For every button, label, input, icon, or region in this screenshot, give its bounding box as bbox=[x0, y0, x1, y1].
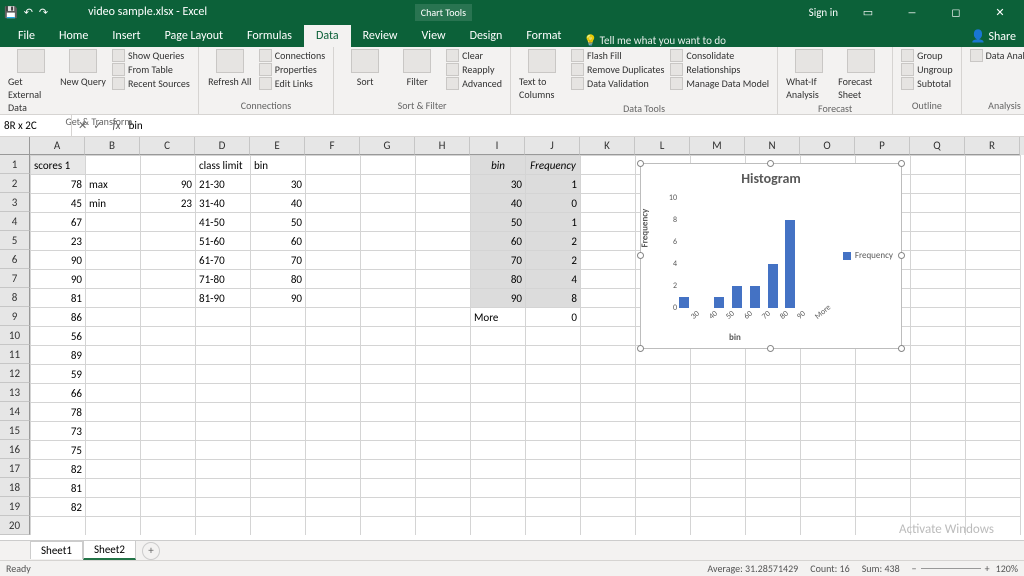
sort-button[interactable]: Sort bbox=[342, 49, 388, 88]
tab-design[interactable]: Design bbox=[458, 25, 515, 47]
sheet-tab-sheet2[interactable]: Sheet2 bbox=[83, 540, 136, 560]
group-connections: Connections bbox=[207, 98, 325, 112]
whatif-button[interactable]: What-If Analysis bbox=[786, 49, 832, 101]
filter-button[interactable]: Filter bbox=[394, 49, 440, 88]
save-icon[interactable]: 💾 bbox=[4, 6, 18, 19]
group-outline: Outline bbox=[901, 98, 952, 112]
y-axis-label: Frequency bbox=[640, 209, 651, 248]
ribbon-options-icon[interactable]: ▭ bbox=[848, 0, 888, 24]
group-analysis: Analysis bbox=[970, 98, 1024, 112]
relationships-button[interactable]: Relationships bbox=[670, 63, 769, 76]
row-headers[interactable]: 1234567891011121314151617181920 bbox=[0, 155, 30, 535]
text-to-columns-button[interactable]: Text to Columns bbox=[519, 49, 565, 101]
ribbon-tabs: File Home Insert Page Layout Formulas Da… bbox=[0, 24, 1024, 47]
reapply-button[interactable]: Reapply bbox=[446, 63, 502, 76]
name-box[interactable]: 8R x 2C bbox=[0, 115, 72, 136]
consolidate-button[interactable]: Consolidate bbox=[670, 49, 769, 62]
status-bar: Ready Average: 31.28571429 Count: 16 Sum… bbox=[0, 560, 1024, 576]
tab-file[interactable]: File bbox=[6, 25, 47, 47]
group-forecast: Forecast bbox=[786, 101, 884, 115]
column-headers[interactable]: ABCDEFGHIJKLMNOPQR bbox=[30, 137, 1024, 155]
zoom-in-icon[interactable]: + bbox=[985, 562, 990, 575]
refresh-all-button[interactable]: Refresh All bbox=[207, 49, 253, 88]
tab-format[interactable]: Format bbox=[514, 25, 573, 47]
redo-icon[interactable]: ↷ bbox=[39, 6, 48, 19]
tab-home[interactable]: Home bbox=[47, 25, 100, 47]
formula-bar: 8R x 2C ✕ ✓ fx bin bbox=[0, 115, 1024, 137]
sheet-tab-sheet1[interactable]: Sheet1 bbox=[30, 541, 83, 559]
status-ready: Ready bbox=[6, 562, 31, 575]
data-analysis-button[interactable]: Data Analysis bbox=[970, 49, 1024, 62]
cancel-formula-icon[interactable]: ✕ bbox=[78, 119, 87, 132]
tab-page-layout[interactable]: Page Layout bbox=[153, 25, 235, 47]
fx-icon[interactable]: fx bbox=[108, 119, 124, 132]
connections-button[interactable]: Connections bbox=[259, 49, 325, 62]
status-average: Average: 31.28571429 bbox=[707, 562, 798, 575]
tab-formulas[interactable]: Formulas bbox=[235, 25, 304, 47]
from-table-button[interactable]: From Table bbox=[112, 63, 190, 76]
flash-fill-button[interactable]: Flash Fill bbox=[571, 49, 664, 62]
get-external-data-button[interactable]: Get External Data bbox=[8, 49, 54, 114]
maximize-icon[interactable]: ◻ bbox=[936, 0, 976, 24]
show-queries-button[interactable]: Show Queries bbox=[112, 49, 190, 62]
plot-area bbox=[671, 198, 821, 308]
formula-input[interactable]: bin bbox=[125, 119, 1024, 132]
title-bar: 💾 ↶ ↷ video sample.xlsx - Excel Chart To… bbox=[0, 0, 1024, 24]
x-axis: 30405060708090More bbox=[671, 310, 821, 324]
properties-button[interactable]: Properties bbox=[259, 63, 325, 76]
group-button[interactable]: Group bbox=[901, 49, 952, 62]
add-sheet-button[interactable]: + bbox=[142, 542, 160, 560]
clear-filter-button[interactable]: Clear bbox=[446, 49, 502, 62]
window-title: video sample.xlsx - Excel bbox=[48, 5, 415, 19]
enter-formula-icon[interactable]: ✓ bbox=[93, 119, 102, 132]
tell-me[interactable]: 💡 Tell me what you want to do bbox=[583, 34, 726, 47]
chart-title[interactable]: Histogram bbox=[641, 164, 901, 189]
data-validation-button[interactable]: Data Validation bbox=[571, 77, 664, 90]
select-all-corner[interactable] bbox=[0, 137, 30, 155]
tab-view[interactable]: View bbox=[410, 25, 458, 47]
share-button[interactable]: 👤 Share bbox=[963, 26, 1024, 47]
new-query-button[interactable]: New Query bbox=[60, 49, 106, 88]
recent-sources-button[interactable]: Recent Sources bbox=[112, 77, 190, 90]
zoom-out-icon[interactable]: − bbox=[912, 562, 917, 575]
legend: Frequency bbox=[843, 250, 893, 261]
chart-object[interactable]: Histogram Frequency 0246810 304050607080… bbox=[640, 163, 902, 349]
minimize-icon[interactable]: ― bbox=[892, 0, 932, 24]
tab-review[interactable]: Review bbox=[351, 25, 410, 47]
group-data-tools: Data Tools bbox=[519, 101, 769, 115]
sheet-tab-bar: Sheet1 Sheet2 + bbox=[0, 540, 1024, 560]
tab-data[interactable]: Data bbox=[304, 25, 351, 47]
forecast-sheet-button[interactable]: Forecast Sheet bbox=[838, 49, 884, 101]
status-sum: Sum: 438 bbox=[862, 562, 900, 575]
status-count: Count: 16 bbox=[810, 562, 849, 575]
edit-links-button[interactable]: Edit Links bbox=[259, 77, 325, 90]
x-axis-label: bin bbox=[729, 332, 741, 343]
chart-tools-label: Chart Tools bbox=[415, 4, 472, 21]
close-icon[interactable]: ✕ bbox=[980, 0, 1020, 24]
ungroup-button[interactable]: Ungroup bbox=[901, 63, 952, 76]
worksheet-grid[interactable]: ABCDEFGHIJKLMNOPQR 123456789101112131415… bbox=[0, 137, 1024, 535]
undo-icon[interactable]: ↶ bbox=[24, 6, 33, 19]
subtotal-button[interactable]: Subtotal bbox=[901, 77, 952, 90]
sign-in-link[interactable]: Sign in bbox=[799, 6, 848, 19]
remove-duplicates-button[interactable]: Remove Duplicates bbox=[571, 63, 664, 76]
manage-data-model-button[interactable]: Manage Data Model bbox=[670, 77, 769, 90]
group-sort-filter: Sort & Filter bbox=[342, 98, 502, 112]
zoom-level[interactable]: 120% bbox=[996, 562, 1018, 575]
zoom-slider[interactable] bbox=[921, 568, 981, 569]
tab-insert[interactable]: Insert bbox=[100, 25, 152, 47]
ribbon-data: Get External Data New Query Show Queries… bbox=[0, 47, 1024, 115]
advanced-filter-button[interactable]: Advanced bbox=[446, 77, 502, 90]
